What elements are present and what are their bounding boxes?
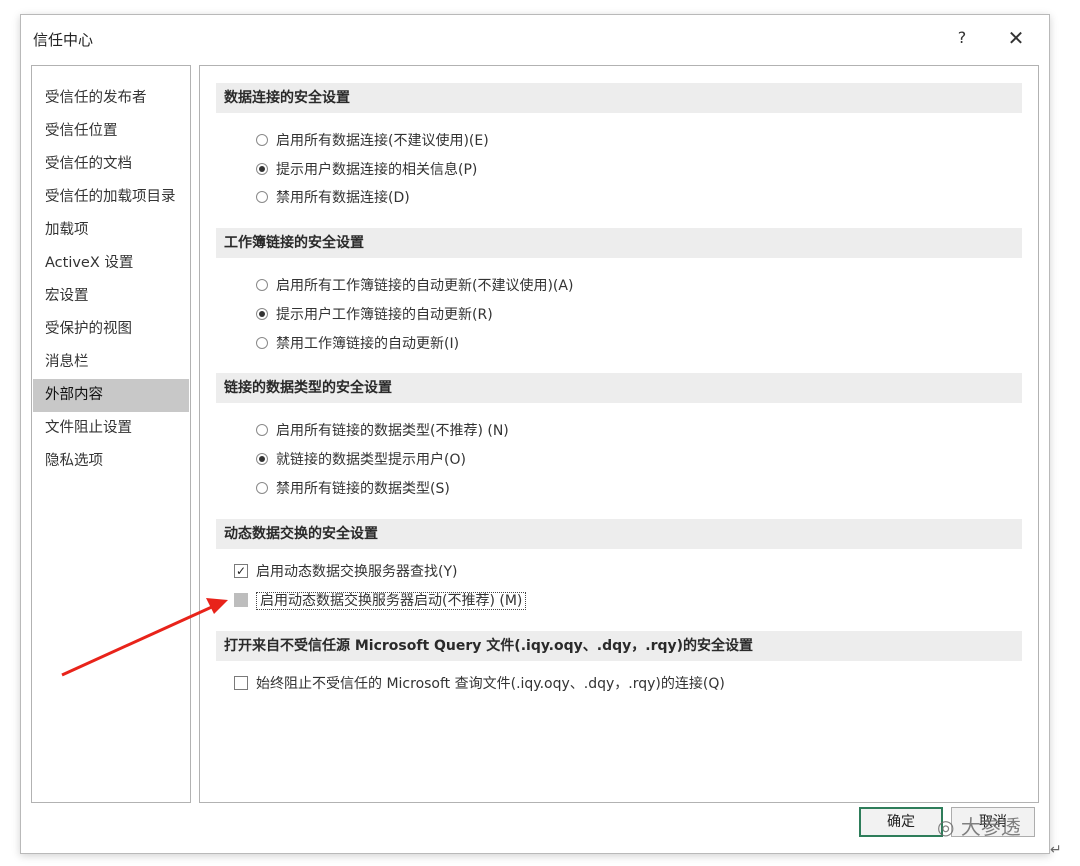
sidebar-item-trusted-documents[interactable]: 受信任的文档 <box>33 148 189 181</box>
sidebar-item-external-content[interactable]: 外部内容 <box>33 379 189 412</box>
sidebar-item-trusted-locations[interactable]: 受信任位置 <box>33 115 189 148</box>
radio-disable-workbook-links[interactable]: 禁用工作簿链接的自动更新(I) <box>256 333 459 355</box>
radio-icon <box>256 337 268 349</box>
radio-icon <box>256 424 268 436</box>
option-label: 禁用所有链接的数据类型(S) <box>276 481 450 497</box>
section-header-data-connections: 数据连接的安全设置 <box>216 83 1022 113</box>
radio-icon <box>256 191 268 203</box>
radio-enable-all-data-connections[interactable]: 启用所有数据连接(不建议使用)(E) <box>256 130 489 152</box>
radio-icon <box>256 134 268 146</box>
checkbox-checked-icon: ✓ <box>234 564 248 578</box>
settings-panel: 数据连接的安全设置 启用所有数据连接(不建议使用)(E) 提示用户数据连接的相关… <box>199 65 1039 803</box>
ok-button[interactable]: 确定 <box>859 807 943 837</box>
watermark-text: 大参透 <box>960 815 1021 839</box>
sidebar-item-privacy[interactable]: 隐私选项 <box>33 445 189 478</box>
radio-enable-workbook-links[interactable]: 启用所有工作簿链接的自动更新(不建议使用)(A) <box>256 275 573 297</box>
trust-center-dialog: 信任中心 ? ✕ 受信任的发布者 受信任位置 受信任的文档 受信任的加载项目录 … <box>20 14 1050 854</box>
radio-selected-icon <box>256 163 268 175</box>
section-header-ms-query: 打开来自不受信任源 Microsoft Query 文件(.iqy.oqy、.d… <box>216 631 1022 661</box>
option-label: 启用所有数据连接(不建议使用)(E) <box>276 133 489 149</box>
watermark: ◎ 大参透 <box>937 811 1021 840</box>
option-label: 就链接的数据类型提示用户(O) <box>276 452 466 468</box>
help-button[interactable]: ? <box>949 25 975 51</box>
checkbox-icon <box>234 676 248 690</box>
radio-enable-linked-types[interactable]: 启用所有链接的数据类型(不推荐) (N) <box>256 420 509 442</box>
sidebar-item-activex[interactable]: ActiveX 设置 <box>33 247 189 280</box>
radio-selected-icon <box>256 453 268 465</box>
sidebar-item-macro[interactable]: 宏设置 <box>33 280 189 313</box>
return-mark: ↵ <box>1050 842 1062 858</box>
option-label: 禁用所有数据连接(D) <box>276 190 410 206</box>
checkbox-dde-lookup[interactable]: ✓ 启用动态数据交换服务器查找(Y) <box>234 561 457 583</box>
title-bar: 信任中心 ? ✕ <box>21 15 1049 61</box>
sidebar-item-protected-view[interactable]: 受保护的视图 <box>33 313 189 346</box>
sidebar-item-trusted-addin-catalogs[interactable]: 受信任的加载项目录 <box>33 181 189 214</box>
radio-icon <box>256 279 268 291</box>
dialog-title: 信任中心 <box>33 31 94 49</box>
close-button[interactable]: ✕ <box>1001 25 1031 51</box>
radio-icon <box>256 482 268 494</box>
option-label: 提示用户工作簿链接的自动更新(R) <box>276 307 493 323</box>
section-header-linked-data-types: 链接的数据类型的安全设置 <box>216 373 1022 403</box>
option-label: 启用动态数据交换服务器查找(Y) <box>256 564 458 580</box>
radio-disable-data-connections[interactable]: 禁用所有数据连接(D) <box>256 187 410 209</box>
sidebar-item-addins[interactable]: 加载项 <box>33 214 189 247</box>
sidebar-item-file-block[interactable]: 文件阻止设置 <box>33 412 189 445</box>
option-label: 始终阻止不受信任的 Microsoft 查询文件(.iqy.oqy、.dqy，.… <box>256 676 725 692</box>
sidebar: 受信任的发布者 受信任位置 受信任的文档 受信任的加载项目录 加载项 Activ… <box>31 65 191 803</box>
radio-selected-icon <box>256 308 268 320</box>
checkbox-block-query-files[interactable]: 始终阻止不受信任的 Microsoft 查询文件(.iqy.oqy、.dqy，.… <box>234 673 725 695</box>
option-label: 启用所有链接的数据类型(不推荐) (N) <box>276 423 509 439</box>
radio-prompt-workbook-links[interactable]: 提示用户工作簿链接的自动更新(R) <box>256 304 493 326</box>
wechat-icon: ◎ <box>937 815 955 839</box>
option-label: 禁用工作簿链接的自动更新(I) <box>276 336 460 352</box>
option-label: 启用动态数据交换服务器启动(不推荐) (M) <box>256 592 527 610</box>
option-label: 提示用户数据连接的相关信息(P) <box>276 162 478 178</box>
section-header-workbook-links: 工作簿链接的安全设置 <box>216 228 1022 258</box>
checkbox-icon <box>234 593 248 607</box>
radio-prompt-data-connections[interactable]: 提示用户数据连接的相关信息(P) <box>256 159 477 181</box>
sidebar-item-trusted-publishers[interactable]: 受信任的发布者 <box>33 82 189 115</box>
radio-prompt-linked-types[interactable]: 就链接的数据类型提示用户(O) <box>256 449 466 471</box>
checkbox-dde-launch[interactable]: 启用动态数据交换服务器启动(不推荐) (M) <box>234 590 527 612</box>
option-label: 启用所有工作簿链接的自动更新(不建议使用)(A) <box>276 278 574 294</box>
sidebar-item-message-bar[interactable]: 消息栏 <box>33 346 189 379</box>
section-header-dde: 动态数据交换的安全设置 <box>216 519 1022 549</box>
radio-disable-linked-types[interactable]: 禁用所有链接的数据类型(S) <box>256 478 450 500</box>
